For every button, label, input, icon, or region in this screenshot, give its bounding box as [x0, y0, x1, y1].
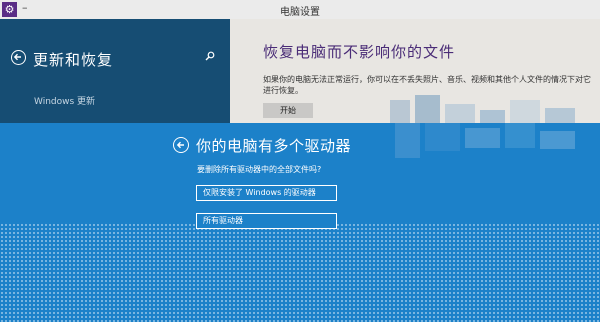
dialog-title: 你的电脑有多个驱动器 — [196, 137, 352, 155]
dialog-back-icon[interactable] — [173, 137, 189, 153]
sidebar-item-windows-update[interactable]: Windows 更新 — [34, 94, 95, 107]
all-drives-button[interactable]: 所有驱动器 — [196, 213, 337, 229]
section-title: 更新和恢复 — [33, 51, 114, 69]
start-button[interactable]: 开始 — [263, 103, 313, 118]
window-title: 电脑设置 — [280, 7, 320, 18]
back-arrow-icon[interactable] — [11, 50, 26, 65]
recovery-heading: 恢复电脑而不影响你的文件 — [263, 43, 456, 61]
left-pane: 更新和恢复 Windows 更新 — [0, 19, 230, 123]
windows-drive-only-button[interactable]: 仅限安装了 Windows 的驱动器 — [196, 185, 337, 201]
search-icon[interactable] — [205, 51, 215, 61]
dialog-question: 要删除所有驱动器中的全部文件吗? — [197, 165, 322, 174]
window-title-bar: ⚙ – 电脑设置 — [0, 0, 600, 20]
recovery-description: 如果你的电脑无法正常运行，你可以在不丢失照片、音乐、视频和其他个人文件的情况下对… — [263, 75, 591, 95]
